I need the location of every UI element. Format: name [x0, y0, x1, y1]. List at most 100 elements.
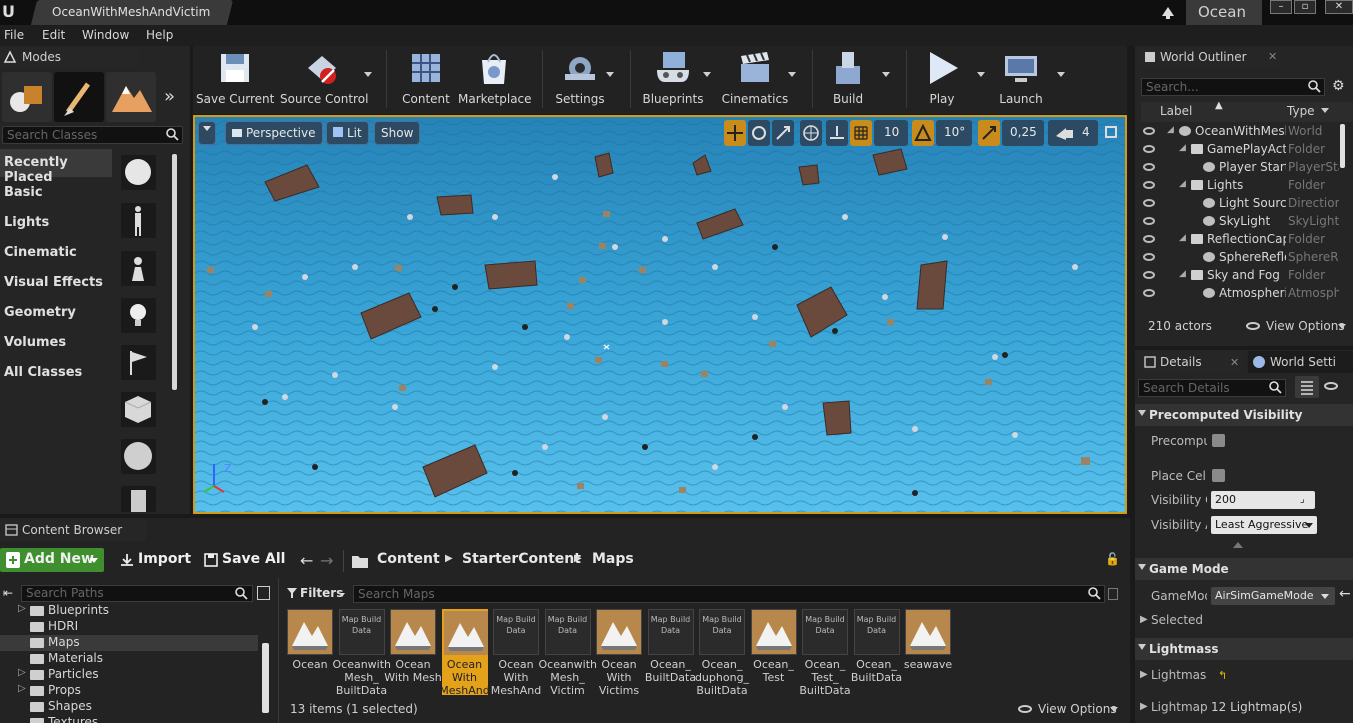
expand-arrow-icon[interactable]: ▷ [18, 683, 26, 694]
level-viewport[interactable] [193, 115, 1127, 514]
expand-arrow-icon[interactable]: ▷ [18, 667, 26, 678]
visibility-eye-icon[interactable] [1143, 253, 1155, 261]
outliner-row[interactable]: ◢ OceanWithMesh World [1141, 123, 1339, 141]
blueprints-button[interactable]: Blueprints [640, 46, 706, 110]
maximize-viewport-icon[interactable] [1105, 126, 1117, 138]
source-control-dropdown-icon[interactable] [364, 72, 372, 77]
lock-icon[interactable]: 🔓 [1105, 552, 1120, 566]
asset-tile[interactable]: Ocean_ Test [750, 609, 797, 695]
asset-tile[interactable]: Ocean With MeshAnd [439, 609, 490, 697]
more-modes-icon[interactable]: » [164, 86, 175, 107]
cinematics-button[interactable]: Cinematics [720, 46, 790, 110]
asset-tile[interactable]: Map Build Data Ocean_ BuiltData [645, 609, 696, 695]
expand-arrow-icon[interactable]: ▶ [1140, 701, 1148, 712]
details-search-input[interactable]: Search Details [1138, 379, 1286, 397]
category-all-classes[interactable]: All Classes [0, 359, 112, 387]
menu-window[interactable]: Window [82, 28, 129, 42]
visibility-eye-icon[interactable] [1143, 289, 1155, 297]
tree-item[interactable]: Materials [0, 651, 258, 667]
type-dropdown-icon[interactable] [1321, 108, 1329, 113]
landscape-mode-button[interactable] [106, 72, 156, 122]
expand-arrow-icon[interactable]: ▷ [18, 603, 26, 614]
expand-arrow-icon[interactable]: ▶ [1140, 614, 1148, 625]
tree-item[interactable]: ▷ Particles [0, 667, 258, 683]
outliner-row[interactable]: ◢ Sky and Fog Folder [1141, 267, 1339, 285]
property-matrix-button[interactable] [1295, 376, 1319, 398]
back-arrow-icon[interactable]: ← [300, 551, 313, 570]
close-button[interactable]: ✕ [1325, 0, 1353, 14]
asset-tile[interactable]: Map Build Data Ocean_ duphong_ BuiltData [695, 609, 749, 697]
visibility-eye-icon[interactable] [1143, 199, 1155, 207]
content-view-options[interactable]: View Options [1038, 702, 1117, 716]
column-label[interactable]: Label [1160, 104, 1192, 118]
save-current-button[interactable]: Save Current [196, 46, 274, 110]
asset-tile[interactable]: Map Build Data Oceanwith Mesh_ BuiltData [333, 609, 391, 697]
asset-tile[interactable]: seawave [904, 609, 952, 695]
category-basic[interactable]: Basic [0, 179, 112, 207]
launch-dropdown-icon[interactable] [1057, 72, 1065, 77]
play-dropdown-icon[interactable] [977, 72, 985, 77]
asset-tile[interactable]: Map Build Data Oceanwith Mesh_ Victim [539, 609, 597, 697]
visibility-eye-icon[interactable] [1143, 163, 1155, 171]
expand-arrow-icon[interactable]: ◢ [1179, 269, 1186, 279]
visibility-eye-icon[interactable] [1143, 271, 1155, 279]
point-light-class-tile[interactable] [121, 298, 156, 333]
menu-help[interactable]: Help [146, 28, 173, 42]
visibility-eye-icon[interactable] [1143, 145, 1155, 153]
search-paths-input[interactable]: Search Paths [21, 585, 253, 602]
category-lights[interactable]: Lights [0, 209, 112, 237]
asset-tile[interactable]: Ocean [287, 609, 333, 695]
outliner-row[interactable]: ◢ ReflectionCap Folder [1141, 231, 1339, 249]
outliner-view-options[interactable]: View Options [1266, 319, 1345, 333]
surface-snap-toggle[interactable] [826, 120, 848, 146]
modes-scrollbar[interactable] [172, 154, 177, 390]
tree-item[interactable]: ▷ Blueprints [0, 603, 258, 619]
show-advanced-icon[interactable] [1233, 542, 1243, 548]
category-volumes[interactable]: Volumes [0, 329, 112, 357]
save-all-button[interactable]: Save All [196, 548, 285, 572]
player-start-class-tile[interactable] [121, 345, 156, 380]
path-view-options-icon[interactable] [257, 586, 270, 600]
column-type[interactable]: Type [1287, 104, 1315, 118]
translate-tool[interactable] [724, 120, 746, 146]
expand-arrow-icon[interactable]: ▶ [1140, 669, 1148, 680]
world-local-toggle[interactable] [800, 120, 822, 146]
tree-item[interactable]: HDRI [0, 619, 258, 635]
sphere-class-tile[interactable] [121, 155, 156, 190]
content-browser-tab[interactable]: Content Browser [0, 519, 146, 541]
search-classes-input[interactable]: Search Classes [2, 126, 183, 144]
search-maps-input[interactable]: Search Maps [353, 585, 1105, 603]
eye-icon[interactable] [1324, 382, 1338, 390]
expand-arrow-icon[interactable]: ◢ [1167, 125, 1174, 135]
asset-tile[interactable]: Map Build Data Ocean With MeshAnd [491, 609, 541, 697]
play-button[interactable]: Play [914, 46, 970, 110]
category-recently-placed[interactable]: Recently Placed [0, 149, 112, 185]
rotate-tool[interactable] [748, 120, 770, 146]
expand-arrow-icon[interactable]: ◢ [1179, 233, 1186, 243]
modes-tab[interactable]: Modes [0, 46, 140, 68]
tree-item[interactable]: Shapes [0, 699, 258, 715]
breadcrumb-arrow-icon[interactable]: ▶ [574, 553, 582, 564]
place-cells-checkbox[interactable] [1212, 469, 1225, 482]
rotation-snap-toggle[interactable] [912, 120, 934, 146]
section-precomputed-visibility[interactable]: Precomputed Visibility [1135, 404, 1353, 426]
lit-button[interactable]: Lit [326, 121, 369, 145]
visibility-eye-icon[interactable] [1143, 181, 1155, 189]
category-geometry[interactable]: Geometry [0, 299, 112, 327]
rotation-snap-value[interactable]: 10° [936, 120, 972, 146]
save-search-icon[interactable] [1108, 588, 1118, 600]
unreal-logo-icon[interactable]: U [2, 2, 24, 22]
grid-snap-value[interactable]: 10 [874, 120, 908, 146]
section-game-mode[interactable]: Game Mode [1135, 558, 1353, 580]
expand-arrow-icon[interactable]: ◢ [1179, 179, 1186, 189]
tree-item[interactable]: Maps [0, 635, 258, 651]
settings-button[interactable]: Settings [550, 46, 610, 110]
visibility-eye-icon[interactable] [1143, 127, 1155, 135]
perspective-button[interactable]: Perspective [225, 121, 323, 145]
outliner-scrollbar[interactable] [1340, 124, 1345, 168]
category-cinematic[interactable]: Cinematic [0, 239, 112, 267]
breadcrumb-maps[interactable]: Maps [592, 551, 634, 567]
tree-item[interactable]: Textures [0, 715, 258, 723]
breadcrumb-startercontent[interactable]: StarterContent [462, 551, 581, 567]
import-button[interactable]: Import [112, 548, 191, 572]
